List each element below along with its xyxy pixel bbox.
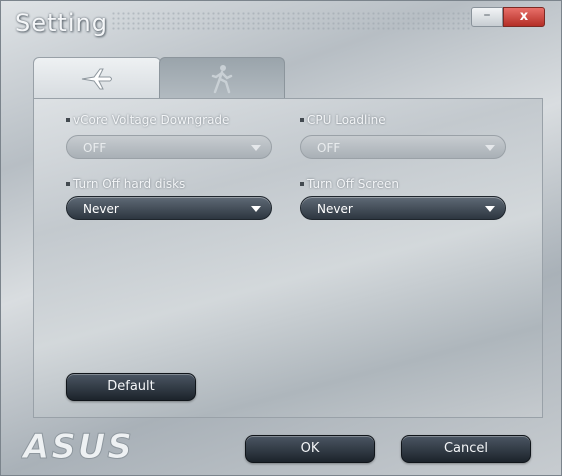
cpu-loadline-dropdown[interactable]: OFF: [300, 135, 506, 159]
vcore-voltage-value: OFF: [83, 141, 107, 155]
title-bar[interactable]: Setting – x: [1, 1, 561, 43]
chevron-down-icon: [485, 145, 495, 151]
hard-disks-dropdown[interactable]: Never: [66, 196, 272, 220]
settings-panel: vCore Voltage Downgrade OFF CPU Loadline…: [33, 98, 543, 418]
turn-off-screen-dropdown[interactable]: Never: [300, 196, 506, 220]
chevron-down-icon: [251, 145, 261, 151]
tab-airplane[interactable]: [33, 57, 161, 100]
vcore-voltage-dropdown[interactable]: OFF: [66, 135, 272, 159]
chevron-down-icon: [485, 206, 495, 212]
chevron-down-icon: [251, 206, 261, 212]
cpu-loadline-label: CPU Loadline: [300, 113, 386, 127]
window-title: Setting: [15, 9, 108, 37]
tab-walking[interactable]: [159, 57, 285, 100]
asus-logo: ASUS: [21, 427, 134, 466]
ok-button[interactable]: OK: [245, 435, 375, 463]
turn-off-screen-label: Turn Off Screen: [300, 177, 399, 191]
turn-off-screen-value: Never: [317, 202, 353, 216]
hard-disks-value: Never: [83, 202, 119, 216]
close-icon: x: [519, 9, 529, 24]
default-button[interactable]: Default: [66, 373, 196, 401]
vcore-voltage-label: vCore Voltage Downgrade: [66, 113, 229, 127]
close-button[interactable]: x: [503, 7, 545, 27]
cancel-button[interactable]: Cancel: [401, 435, 531, 463]
title-bar-pattern: [111, 11, 471, 31]
minimize-icon: –: [483, 7, 491, 23]
cpu-loadline-value: OFF: [317, 141, 341, 155]
airplane-icon: [81, 68, 112, 90]
setting-window: Setting – x vCore Voltage Downgrade OFF …: [0, 0, 562, 476]
hard-disks-label: Turn Off hard disks: [66, 177, 185, 191]
walking-person-icon: [211, 65, 233, 94]
minimize-button[interactable]: –: [471, 7, 503, 27]
svg-text:ASUS: ASUS: [21, 427, 134, 465]
